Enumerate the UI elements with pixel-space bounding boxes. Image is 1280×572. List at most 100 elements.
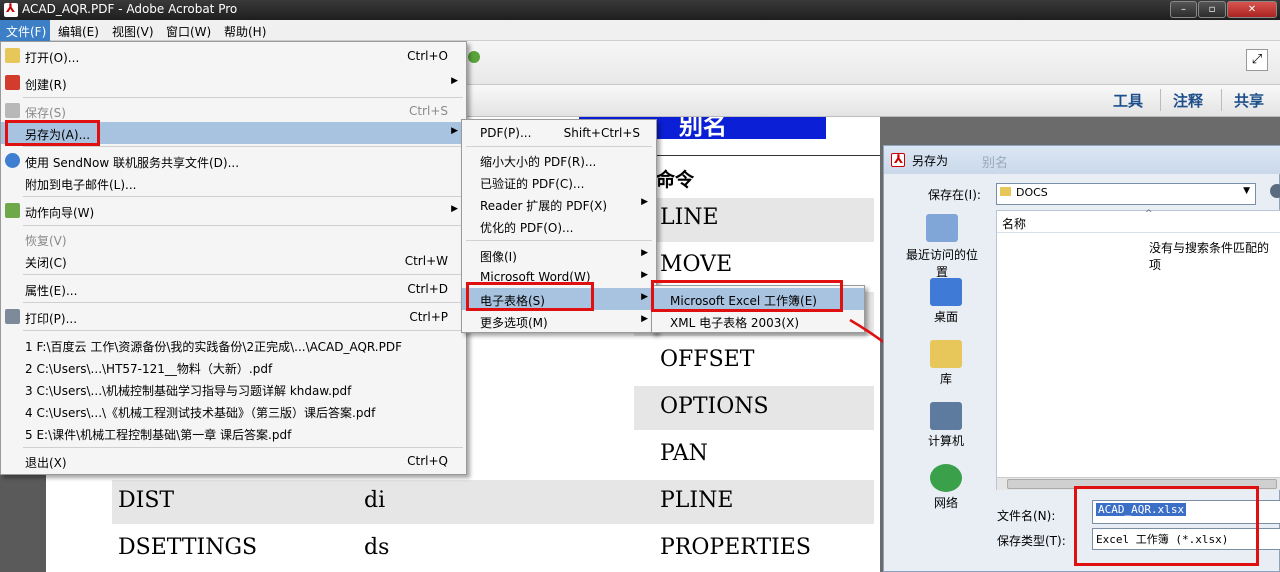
place-recent[interactable]: 最近访问的位置 — [890, 214, 994, 279]
chevron-down-icon: ▼ — [1243, 186, 1250, 196]
place-computer[interactable]: 计算机 — [890, 402, 994, 452]
annotation-box-excel — [651, 280, 843, 312]
toolbar-divider — [1160, 89, 1161, 111]
doc-cmd-options: OPTIONS — [660, 394, 769, 419]
action-wizard-icon — [5, 203, 20, 218]
dialog-title-bar: 另存为 别名 — [884, 146, 1280, 174]
submenu-arrow-icon: ▶ — [641, 292, 648, 302]
save-in-label: 保存在(I): — [928, 188, 981, 202]
menu-recent-2[interactable]: 2 C:\Users\...\HT57-121__物料（大新）.pdf — [1, 356, 466, 378]
dialog-title: 另存为 — [912, 154, 949, 168]
menu-close[interactable]: 关闭(C) Ctrl+W — [1, 250, 466, 272]
file-list-header: 名称 ^ — [997, 209, 1280, 233]
save-disk-icon — [5, 103, 20, 118]
saveas-pdf[interactable]: PDF(P)... Shift+Ctrl+S — [462, 122, 656, 144]
sheet-xml-2003[interactable]: XML 电子表格 2003(X) — [652, 310, 864, 332]
menu-exit[interactable]: 退出(X) Ctrl+Q — [1, 450, 466, 472]
saveas-reader-extended[interactable]: Reader 扩展的 PDF(X) ▶ — [462, 193, 656, 215]
menu-divider — [466, 146, 652, 147]
comment-button[interactable]: 注释 — [1173, 90, 1203, 111]
dialog-title-ghost: 别名 — [982, 156, 1009, 171]
menu-divider — [466, 240, 652, 241]
menu-revert[interactable]: 恢复(V) — [1, 228, 466, 250]
submenu-arrow-icon: ▶ — [451, 204, 458, 214]
saveas-optimized-pdf[interactable]: 优化的 PDF(O)... — [462, 215, 656, 237]
fullscreen-icon[interactable]: ⤢ — [1246, 49, 1268, 71]
submenu-arrow-icon: ▶ — [641, 270, 648, 280]
menu-recent-5[interactable]: 5 E:\课件\机械工程控制基础\第一章 课后答案.pdf — [1, 422, 466, 444]
save-in-dropdown[interactable]: DOCS ▼ — [996, 183, 1256, 205]
menu-attach-email[interactable]: 附加到电子邮件(L)... — [1, 172, 466, 194]
menu-properties[interactable]: 属性(E)... Ctrl+D — [1, 278, 466, 300]
file-list[interactable]: 名称 ^ 没有与搜索条件匹配的项 — [996, 209, 1280, 490]
acrobat-app-icon — [4, 1, 18, 17]
nav-icon[interactable] — [468, 51, 480, 63]
back-icon[interactable] — [1270, 184, 1280, 198]
doc-cmd-offset: OFFSET — [660, 347, 755, 372]
close-button[interactable]: ✕ — [1227, 1, 1277, 18]
annotation-box-save-as — [5, 120, 100, 146]
main-toolbar: ⤢ — [466, 41, 1280, 85]
minimize-button[interactable]: – — [1170, 1, 1197, 18]
menu-file[interactable]: 文件(F) — [0, 20, 50, 41]
saveas-reduced-pdf[interactable]: 缩小大小的 PDF(R)... — [462, 149, 656, 171]
sort-caret-icon: ^ — [1145, 209, 1153, 219]
menu-divider — [23, 196, 463, 197]
open-folder-icon — [5, 48, 20, 63]
menu-recent-3[interactable]: 3 C:\Users\...\机械控制基础学习指导与习题详解 khdaw.pdf — [1, 378, 466, 400]
library-icon — [930, 340, 962, 368]
menu-print[interactable]: 打印(P)... Ctrl+P — [1, 306, 466, 328]
empty-results-message: 没有与搜索条件匹配的项 — [1149, 241, 1270, 272]
menu-recent-4[interactable]: 4 C:\Users\...\《机械工程测试技术基础》（第三版）课后答案.pdf — [1, 400, 466, 422]
menu-recent-1[interactable]: 1 F:\百度云 工作\资源备份\我的实践备份\2正完成\...\ACAD_AQ… — [1, 334, 466, 356]
create-pdf-icon — [5, 75, 20, 90]
submenu-arrow-icon: ▶ — [451, 126, 458, 136]
menu-divider — [23, 225, 463, 226]
saveas-more-options[interactable]: 更多选项(M) ▶ — [462, 310, 656, 332]
task-toolbar: 工具 注释 共享 — [466, 85, 1280, 117]
filename-label: 文件名(N): — [997, 509, 1056, 523]
submenu-arrow-icon: ▶ — [641, 314, 648, 324]
doc-cmd-pline: PLINE — [660, 488, 734, 513]
doc-cmd-move: MOVE — [660, 252, 733, 277]
menu-sendnow[interactable]: 使用 SendNow 联机服务共享文件(D)... — [1, 150, 466, 172]
menu-save[interactable]: 保存(S) Ctrl+S — [1, 100, 466, 122]
menu-create[interactable]: 创建(R) ▶ — [1, 72, 466, 94]
places-bar: 最近访问的位置 桌面 库 计算机 网络 — [890, 206, 994, 570]
printer-icon — [5, 309, 20, 324]
folder-icon — [1000, 187, 1011, 196]
submenu-arrow-icon: ▶ — [641, 197, 648, 207]
dialog-pdf-icon — [891, 152, 905, 167]
place-network[interactable]: 网络 — [890, 464, 994, 514]
doc-rule — [634, 155, 880, 156]
tools-button[interactable]: 工具 — [1113, 90, 1143, 111]
menu-view[interactable]: 视图(V) — [112, 23, 154, 40]
menu-window[interactable]: 窗口(W) — [166, 23, 211, 40]
menu-help[interactable]: 帮助(H) — [224, 23, 266, 40]
maximize-button[interactable]: ▫ — [1198, 1, 1226, 18]
column-name-header[interactable]: 名称 — [1002, 215, 1026, 232]
file-menu: 打开(O)... Ctrl+O 创建(R) ▶ 保存(S) Ctrl+S 另存为(A)… — [0, 41, 467, 475]
menu-edit[interactable]: 编辑(E) — [58, 23, 99, 40]
doc-cmd-dsettings: DSETTINGS — [118, 535, 258, 560]
saveas-image[interactable]: 图像(I) ▶ — [462, 244, 656, 266]
submenu-arrow-icon: ▶ — [451, 76, 458, 86]
saveas-certified-pdf[interactable]: 已验证的 PDF(C)... — [462, 171, 656, 193]
menu-open[interactable]: 打开(O)... Ctrl+O — [1, 45, 466, 67]
share-button[interactable]: 共享 — [1234, 90, 1264, 111]
doc-row-shade — [112, 480, 874, 524]
doc-cmd-line: LINE — [660, 205, 719, 230]
title-bar: ACAD_AQR.PDF - Adobe Acrobat Pro – ▫ ✕ — [0, 0, 1280, 20]
window-title: ACAD_AQR.PDF - Adobe Acrobat Pro — [22, 2, 238, 16]
doc-cmd-dist: DIST — [118, 488, 175, 513]
filetype-label: 保存类型(T): — [997, 534, 1066, 548]
doc-alias-dsettings: ds — [364, 535, 390, 560]
doc-cmd-properties: PROPERTIES — [660, 535, 811, 560]
place-library[interactable]: 库 — [890, 340, 994, 390]
menu-bar: 文件(F) 编辑(E) 视图(V) 窗口(W) 帮助(H) — [0, 20, 1280, 41]
place-desktop[interactable]: 桌面 — [890, 278, 994, 328]
toolbar-divider — [1221, 89, 1222, 111]
menu-action-wizard[interactable]: 动作向导(W) ▶ — [1, 200, 466, 222]
menu-divider — [23, 302, 463, 303]
menu-divider — [23, 97, 463, 98]
